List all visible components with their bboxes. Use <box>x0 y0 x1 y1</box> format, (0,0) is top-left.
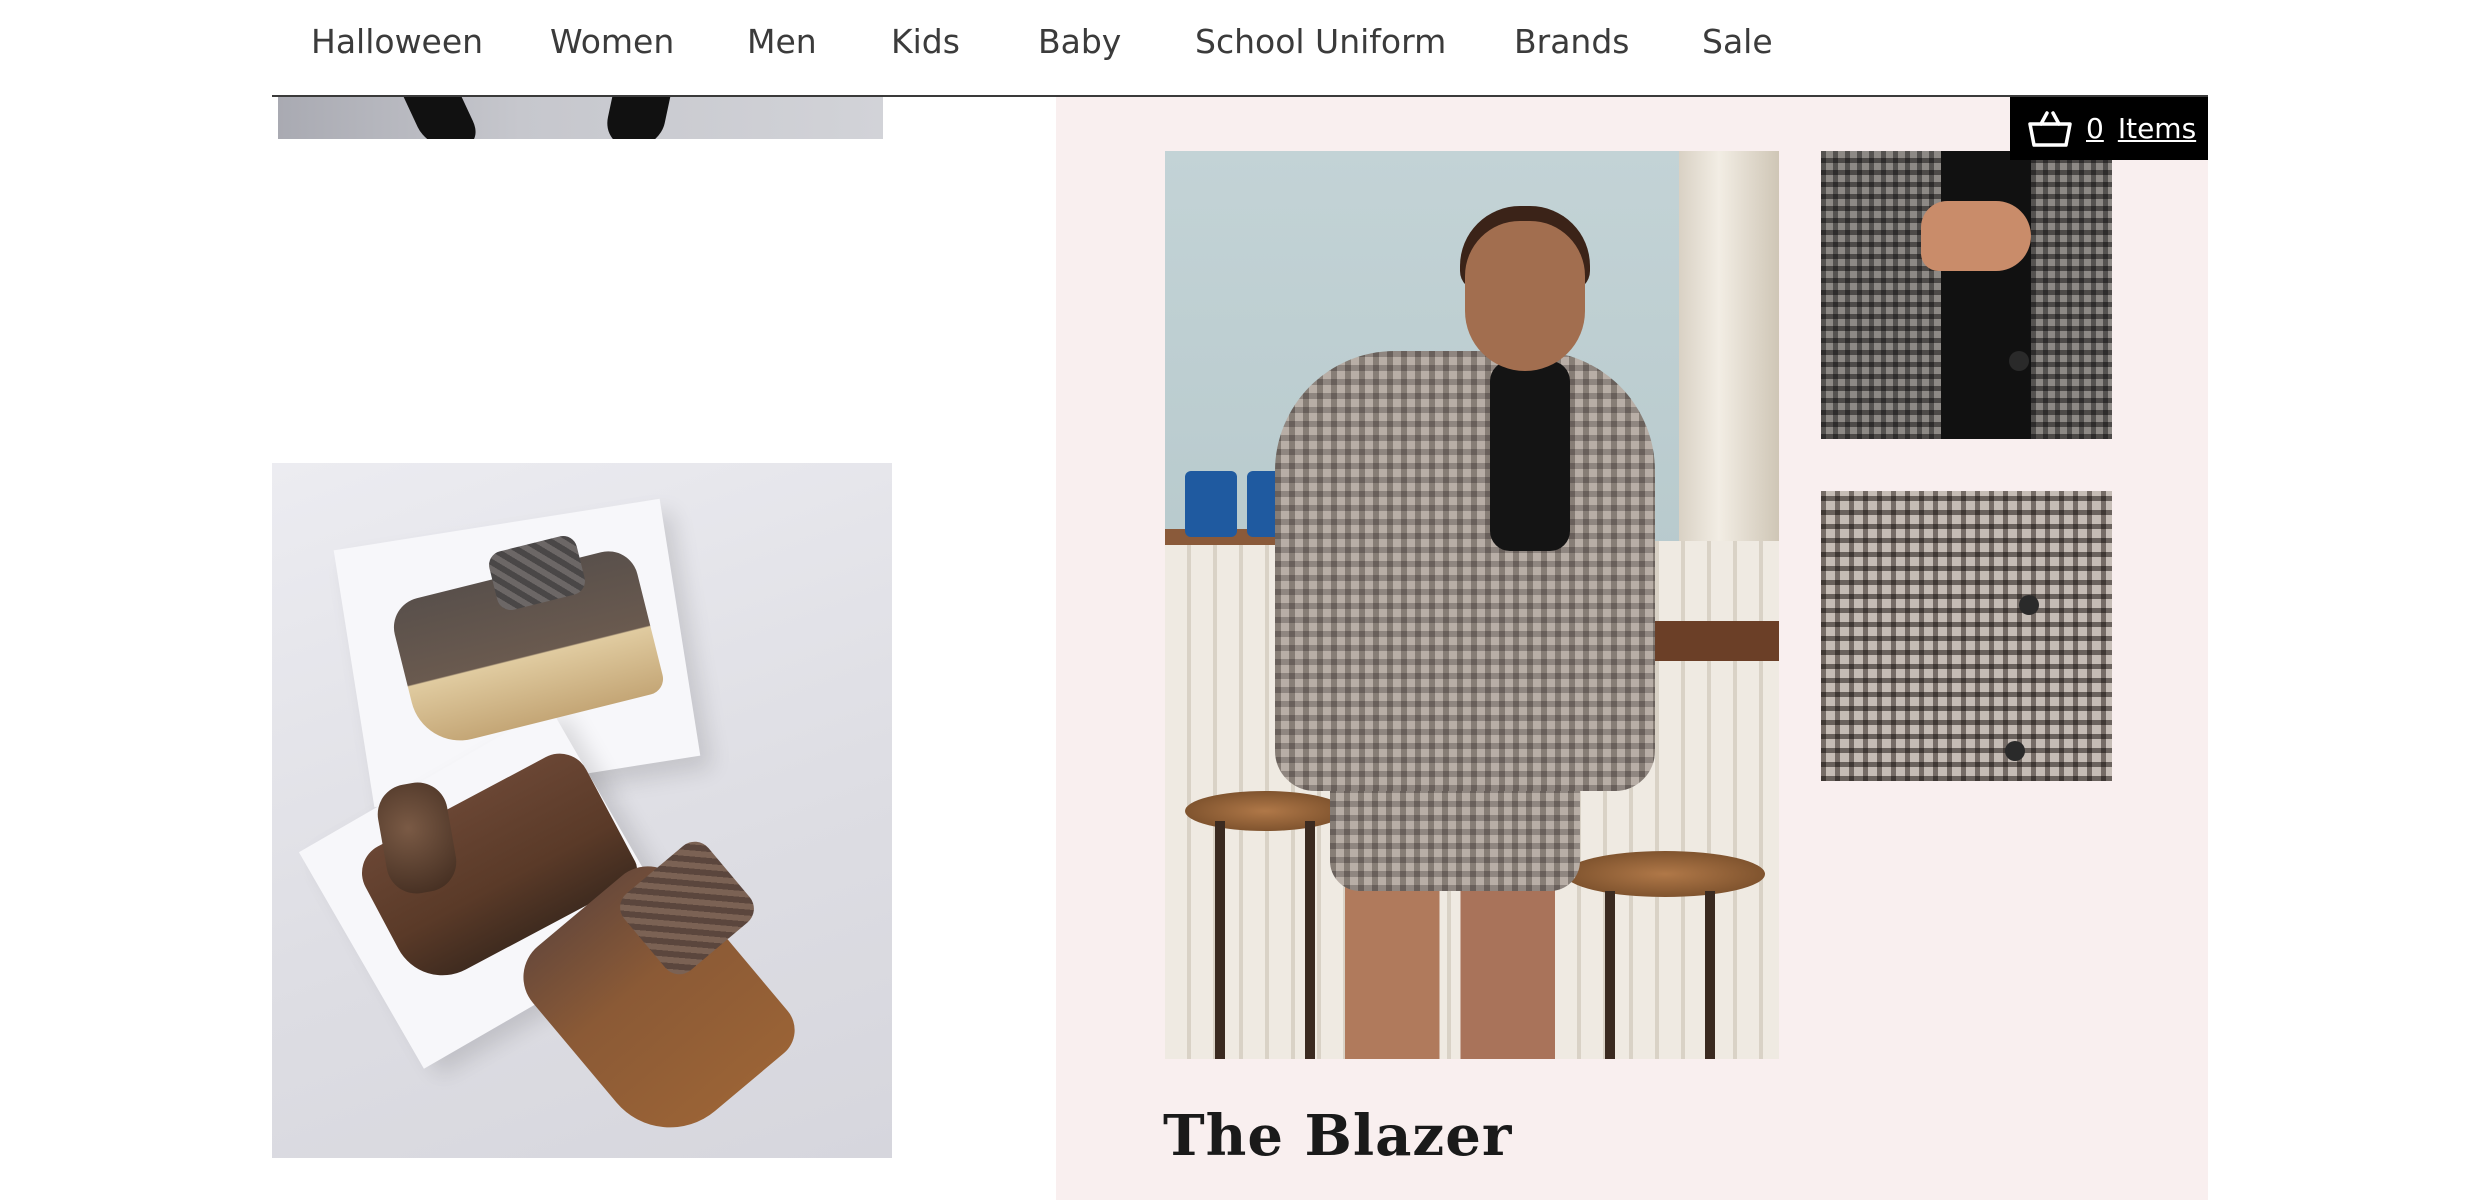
basket-button[interactable]: 0 Items <box>2010 97 2208 160</box>
nav-item-school-uniform[interactable]: School Uniform <box>1195 22 1446 61</box>
product-image-partial[interactable] <box>278 97 883 139</box>
image-detail <box>2031 151 2112 439</box>
image-detail <box>1215 821 1225 1059</box>
image-detail <box>1565 851 1765 897</box>
nav-item-men[interactable]: Men <box>747 22 817 61</box>
image-detail <box>1821 151 1941 439</box>
basket-label: Items <box>2117 112 2197 145</box>
nav-item-baby[interactable]: Baby <box>1038 22 1121 61</box>
image-detail <box>1605 891 1615 1059</box>
image-detail <box>1345 881 1555 1059</box>
nav-item-brands[interactable]: Brands <box>1514 22 1629 61</box>
image-detail <box>1275 351 1655 791</box>
nav-item-women[interactable]: Women <box>550 22 674 61</box>
nav-item-halloween[interactable]: Halloween <box>311 22 483 61</box>
blazer-fabric-thumbnail[interactable] <box>1821 491 2112 781</box>
image-detail <box>1705 891 1715 1059</box>
main-navigation: Halloween Women Men Kids Baby School Uni… <box>272 0 2208 97</box>
basket-count: 0 <box>2086 112 2104 145</box>
image-detail <box>1921 201 2031 271</box>
image-detail <box>1490 361 1570 551</box>
nav-item-sale[interactable]: Sale <box>1702 22 1773 61</box>
image-detail <box>2005 741 2025 761</box>
blazer-detail-thumbnail[interactable] <box>1821 151 2112 439</box>
image-detail <box>399 97 485 139</box>
image-detail <box>1821 491 2112 781</box>
image-detail <box>1185 471 1237 537</box>
image-detail <box>2019 595 2039 615</box>
image-detail <box>601 97 673 139</box>
blazer-main-photo[interactable] <box>1165 151 1779 1059</box>
nav-item-kids[interactable]: Kids <box>891 22 960 61</box>
image-detail <box>1941 151 2031 439</box>
basket-icon <box>2028 110 2072 147</box>
image-detail <box>2009 351 2029 371</box>
blazer-feature-panel: The Blazer <box>1056 97 2208 1200</box>
image-detail <box>1305 821 1315 1059</box>
boots-product-image[interactable] <box>272 463 892 1158</box>
feature-title: The Blazer <box>1163 1103 1513 1169</box>
image-detail <box>1185 791 1345 831</box>
image-detail <box>1465 221 1585 371</box>
